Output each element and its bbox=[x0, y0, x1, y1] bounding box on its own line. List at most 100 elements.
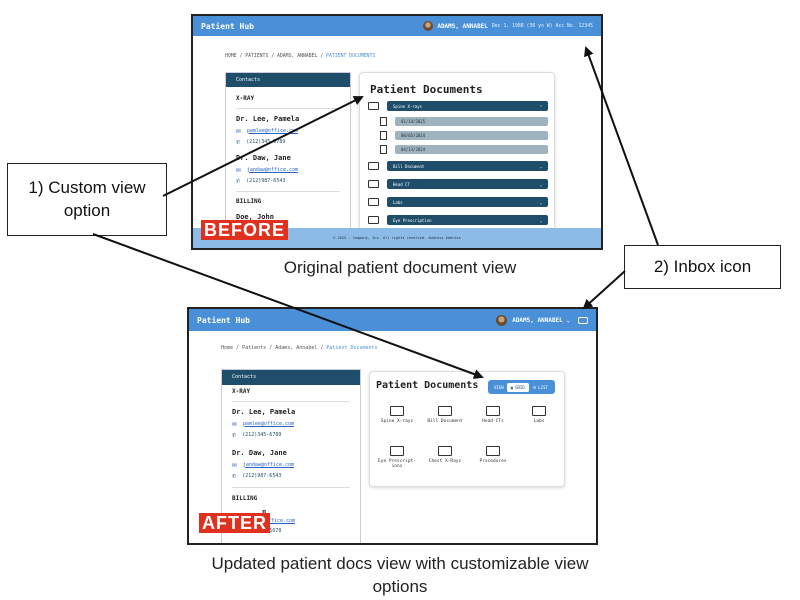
contact-card: Dr. Lee, Pamela ✉ pamlee@office.com ✆ (212… bbox=[226, 113, 350, 148]
breadcrumb-home[interactable]: HOME bbox=[225, 54, 237, 59]
folder-icon bbox=[438, 406, 452, 416]
contact-phone[interactable]: (212)987-6543 bbox=[246, 178, 285, 184]
folder-row[interactable]: Labs ⌄ bbox=[368, 197, 548, 207]
contacts-panel: Contacts X-RAY Dr. Lee, Pamela ✉ pamlee@o… bbox=[225, 72, 351, 234]
breadcrumb-patients[interactable]: PATIENTS bbox=[245, 54, 268, 59]
folder-row[interactable]: Eye Prescription ⌄ bbox=[368, 215, 548, 225]
contact-phone[interactable]: (212)345-6789 bbox=[246, 139, 285, 145]
folder-label: Labs bbox=[533, 419, 545, 424]
section-xray: X-RAY bbox=[232, 388, 251, 395]
chevron-up-icon[interactable]: ⌃ bbox=[540, 104, 542, 109]
folder-icon bbox=[532, 406, 546, 416]
before-badge: BEFORE bbox=[201, 220, 289, 240]
contact-card: Dr. Lee, Pamela ✉ pamlee@office.com ✆ (212… bbox=[222, 406, 360, 441]
folder-label: Bill Document bbox=[393, 163, 425, 169]
app-header: Patient Hub ADAMS, ANNABEL ⌄ bbox=[189, 309, 596, 331]
folder-tile[interactable]: Eye Prescript-ions bbox=[374, 446, 420, 470]
phone-icon: ✆ bbox=[236, 177, 241, 185]
file-icon bbox=[380, 145, 387, 154]
file-row[interactable]: 04/13/2024 bbox=[380, 145, 548, 154]
folder-row[interactable]: Bill Document ⌄ bbox=[368, 161, 548, 171]
list-icon: ☰ bbox=[532, 384, 537, 390]
file-date: 08/05/2024 bbox=[401, 133, 426, 138]
contact-email[interactable]: pamlee@office.com bbox=[247, 128, 298, 134]
section-billing: BILLING bbox=[232, 495, 258, 502]
contact-name: Dr. Lee, Pamela bbox=[232, 408, 296, 416]
grid-view-button[interactable]: ▦ GRID bbox=[506, 382, 529, 392]
folder-label: Eye Prescription bbox=[393, 217, 432, 223]
folder-tile[interactable]: Procedures bbox=[470, 446, 516, 464]
after-badge: AFTER bbox=[199, 513, 270, 533]
app-header: Patient Hub ADAMS, ANNABEL Dec 1, 1988 (… bbox=[193, 16, 601, 36]
folder-label: Procedures bbox=[479, 459, 507, 464]
patient-info: Dec 1, 1988 (36 yo W) Acc No. 12345 bbox=[491, 23, 593, 29]
footer-text: © 2025 - Company, Inc. All rights reserv… bbox=[333, 236, 461, 240]
folder-icon bbox=[368, 102, 379, 110]
chevron-down-icon[interactable]: ⌄ bbox=[540, 200, 542, 205]
file-date: 04/13/2024 bbox=[401, 147, 426, 152]
contact-name: Dr. Daw, Jane bbox=[236, 154, 291, 162]
folder-tile[interactable]: Spine X-rays bbox=[374, 406, 420, 424]
list-view-button[interactable]: ☰ LIST bbox=[529, 383, 552, 392]
file-date: 01/14/2025 bbox=[401, 119, 426, 124]
folder-tile[interactable]: Chest X-Rays bbox=[422, 446, 468, 464]
inbox-icon[interactable] bbox=[578, 316, 588, 324]
contact-phone[interactable]: (212)987-6543 bbox=[242, 473, 281, 479]
breadcrumb-patient[interactable]: Adams, Annabel bbox=[275, 345, 317, 351]
file-row[interactable]: 08/05/2024 bbox=[380, 131, 548, 140]
breadcrumb-patient[interactable]: ADAMS, ANNABEL bbox=[277, 54, 317, 59]
folder-label: Head CT bbox=[393, 181, 410, 187]
folder-tile[interactable]: Bill Document bbox=[422, 406, 468, 424]
breadcrumb-current: Patient Documents bbox=[326, 345, 378, 351]
documents-title: Patient Documents bbox=[376, 380, 479, 391]
caption-before: Original patient document view bbox=[283, 258, 517, 277]
chevron-down-icon[interactable]: ⌄ bbox=[540, 218, 542, 223]
contact-card: Dr. Daw, Jane ✉ jandaw@office.com ✆ (212)9… bbox=[222, 441, 360, 482]
contact-name: Dr. Daw, Jane bbox=[232, 449, 287, 457]
chevron-down-icon[interactable]: ⌄ bbox=[540, 182, 542, 187]
contacts-header: Contacts bbox=[226, 73, 350, 87]
contact-email[interactable]: pamlee@office.com bbox=[243, 421, 294, 427]
folder-icon bbox=[368, 198, 379, 206]
folder-label: Spine X-rays bbox=[380, 419, 414, 424]
breadcrumb-patients[interactable]: Patients bbox=[242, 345, 266, 351]
patient-menu[interactable]: ADAMS, ANNABEL ⌄ bbox=[512, 317, 570, 324]
section-billing: BILLING bbox=[236, 198, 262, 205]
folder-icon bbox=[486, 406, 500, 416]
before-screenshot: Patient Hub ADAMS, ANNABEL Dec 1, 1988 (… bbox=[191, 14, 603, 250]
folder-tile[interactable]: Labs bbox=[516, 406, 562, 424]
mail-icon: ✉ bbox=[236, 126, 241, 135]
callout-custom-view: 1) Custom view option bbox=[7, 163, 167, 236]
folder-icon bbox=[438, 446, 452, 456]
after-screenshot: Patient Hub ADAMS, ANNABEL ⌄ Home / Pati… bbox=[187, 307, 598, 545]
folder-icon bbox=[368, 216, 379, 224]
folder-label: Head CTs bbox=[482, 419, 504, 424]
contact-email[interactable]: jandaw@office.com bbox=[243, 462, 294, 468]
folder-icon bbox=[390, 446, 404, 456]
contacts-header: Contacts bbox=[222, 370, 360, 385]
documents-panel: Patient Documents VIEW ▦ GRID ☰ LIST Spine… bbox=[369, 371, 565, 487]
folder-label: Labs bbox=[393, 199, 403, 205]
avatar[interactable] bbox=[496, 314, 508, 326]
breadcrumb-home[interactable]: Home bbox=[221, 345, 233, 351]
callout-text: 1) Custom view option bbox=[28, 178, 146, 220]
contact-phone[interactable]: (212)345-6789 bbox=[242, 432, 281, 438]
avatar[interactable] bbox=[423, 21, 434, 31]
folder-tile[interactable]: Head CTs bbox=[470, 406, 516, 424]
callout-text: 2) Inbox icon bbox=[653, 257, 752, 276]
chevron-down-icon[interactable]: ⌄ bbox=[540, 164, 542, 169]
folder-row[interactable]: Head CT ⌄ bbox=[368, 179, 548, 189]
folder-icon bbox=[368, 162, 379, 170]
contact-email[interactable]: jandaw@office.com bbox=[247, 167, 298, 173]
breadcrumb: Home / Patients / Adams, Annabel / Patie… bbox=[221, 345, 378, 351]
file-icon bbox=[380, 117, 387, 126]
breadcrumb: HOME / PATIENTS / ADAMS, ANNABEL / PATIE… bbox=[225, 54, 376, 59]
folder-label: Eye Prescript-ions bbox=[378, 459, 416, 470]
documents-panel: Patient Documents Spine X-rays ⌃ 01/14/20… bbox=[359, 72, 555, 236]
phone-icon: ✆ bbox=[236, 138, 241, 146]
file-row[interactable]: 01/14/2025 bbox=[380, 117, 548, 126]
folder-label: Bill Document bbox=[427, 419, 463, 424]
folder-row[interactable]: Spine X-rays ⌃ bbox=[368, 101, 548, 111]
mail-icon: ✉ bbox=[232, 419, 237, 428]
folder-label: Chest X-Rays bbox=[428, 459, 462, 464]
